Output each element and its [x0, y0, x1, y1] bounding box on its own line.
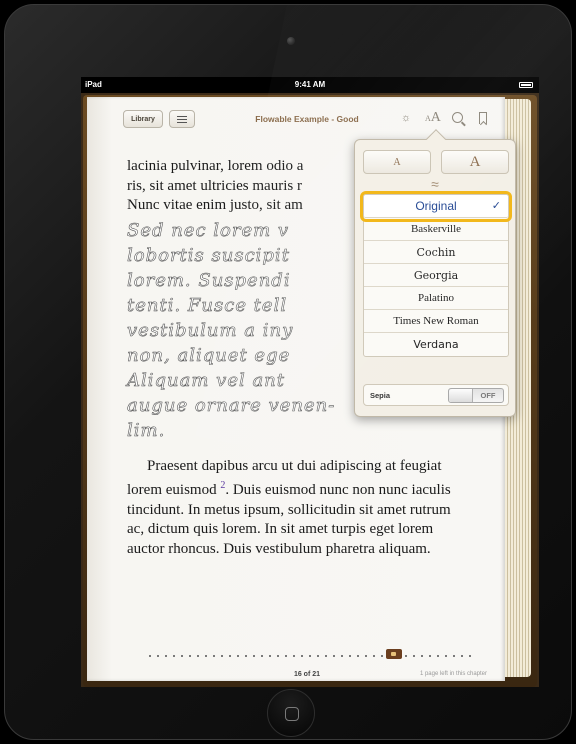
toggle-state-label: OFF	[480, 391, 496, 400]
battery-icon	[519, 82, 533, 88]
ipad-frame: iPad 9:41 AM Library Flowable Example - …	[4, 4, 572, 740]
search-icon[interactable]	[452, 112, 463, 123]
pages-left-in-chapter: 1 page left in this chapter	[419, 671, 487, 677]
book-title: Flowable Example - Good	[255, 114, 359, 124]
brightness-icon[interactable]: ☼	[401, 111, 411, 125]
font-option-label: Palatino	[417, 292, 455, 304]
reader-toolbar: Library Flowable Example - Good ☼ AA	[87, 97, 505, 139]
paragraph: Praesent dapibus arcu ut dui adipiscing …	[127, 457, 467, 560]
decrease-font-size-button[interactable]: A	[363, 150, 431, 174]
bookmark-icon[interactable]	[479, 112, 487, 124]
clock: 9:41 AM	[294, 80, 326, 89]
table-of-contents-button[interactable]	[169, 110, 195, 128]
font-settings-popover: A A ≈ Original ✓ Baskerville Cochin Geor…	[354, 129, 516, 417]
font-option-cochin[interactable]: Cochin	[364, 241, 508, 264]
library-button[interactable]: Library	[123, 110, 163, 128]
font-option-label: Cochin	[416, 245, 456, 259]
font-size-icon[interactable]: AA	[425, 111, 441, 126]
font-option-label: Georgia	[413, 268, 459, 282]
font-option-palatino[interactable]: Palatino	[364, 287, 508, 310]
status-bar: iPad 9:41 AM	[81, 77, 539, 93]
home-square-icon	[285, 707, 299, 721]
ornament-divider: ≈	[431, 176, 439, 192]
font-option-original[interactable]: Original ✓	[360, 191, 512, 222]
list-icon	[177, 115, 187, 123]
sepia-label: Sepia	[370, 391, 391, 400]
checkmark-icon: ✓	[491, 200, 501, 212]
toggle-knob[interactable]	[449, 389, 473, 402]
font-option-georgia[interactable]: Georgia	[364, 264, 508, 287]
sepia-toggle[interactable]: OFF	[448, 388, 504, 403]
home-button[interactable]	[267, 689, 315, 737]
scrubber-thumb[interactable]	[385, 649, 402, 659]
page-number: 16 of 21	[293, 671, 321, 678]
font-option-baskerville[interactable]: Baskerville	[364, 218, 508, 241]
font-option-label: Original	[415, 199, 457, 213]
font-option-times-new-roman[interactable]: Times New Roman	[364, 310, 508, 333]
page-scrubber[interactable]	[149, 655, 471, 657]
sepia-row: Sepia OFF	[363, 384, 509, 406]
camera-icon	[287, 37, 295, 45]
font-list: Original ✓ Baskerville Cochin Georgia Pa…	[360, 191, 512, 357]
screen: iPad 9:41 AM Library Flowable Example - …	[81, 77, 539, 687]
font-option-label: Baskerville	[410, 223, 462, 235]
font-option-verdana[interactable]: Verdana	[364, 333, 508, 356]
font-option-label: Verdana	[413, 338, 459, 351]
increase-font-size-button[interactable]: A	[441, 150, 509, 174]
font-option-label: Times New Roman	[393, 315, 479, 327]
